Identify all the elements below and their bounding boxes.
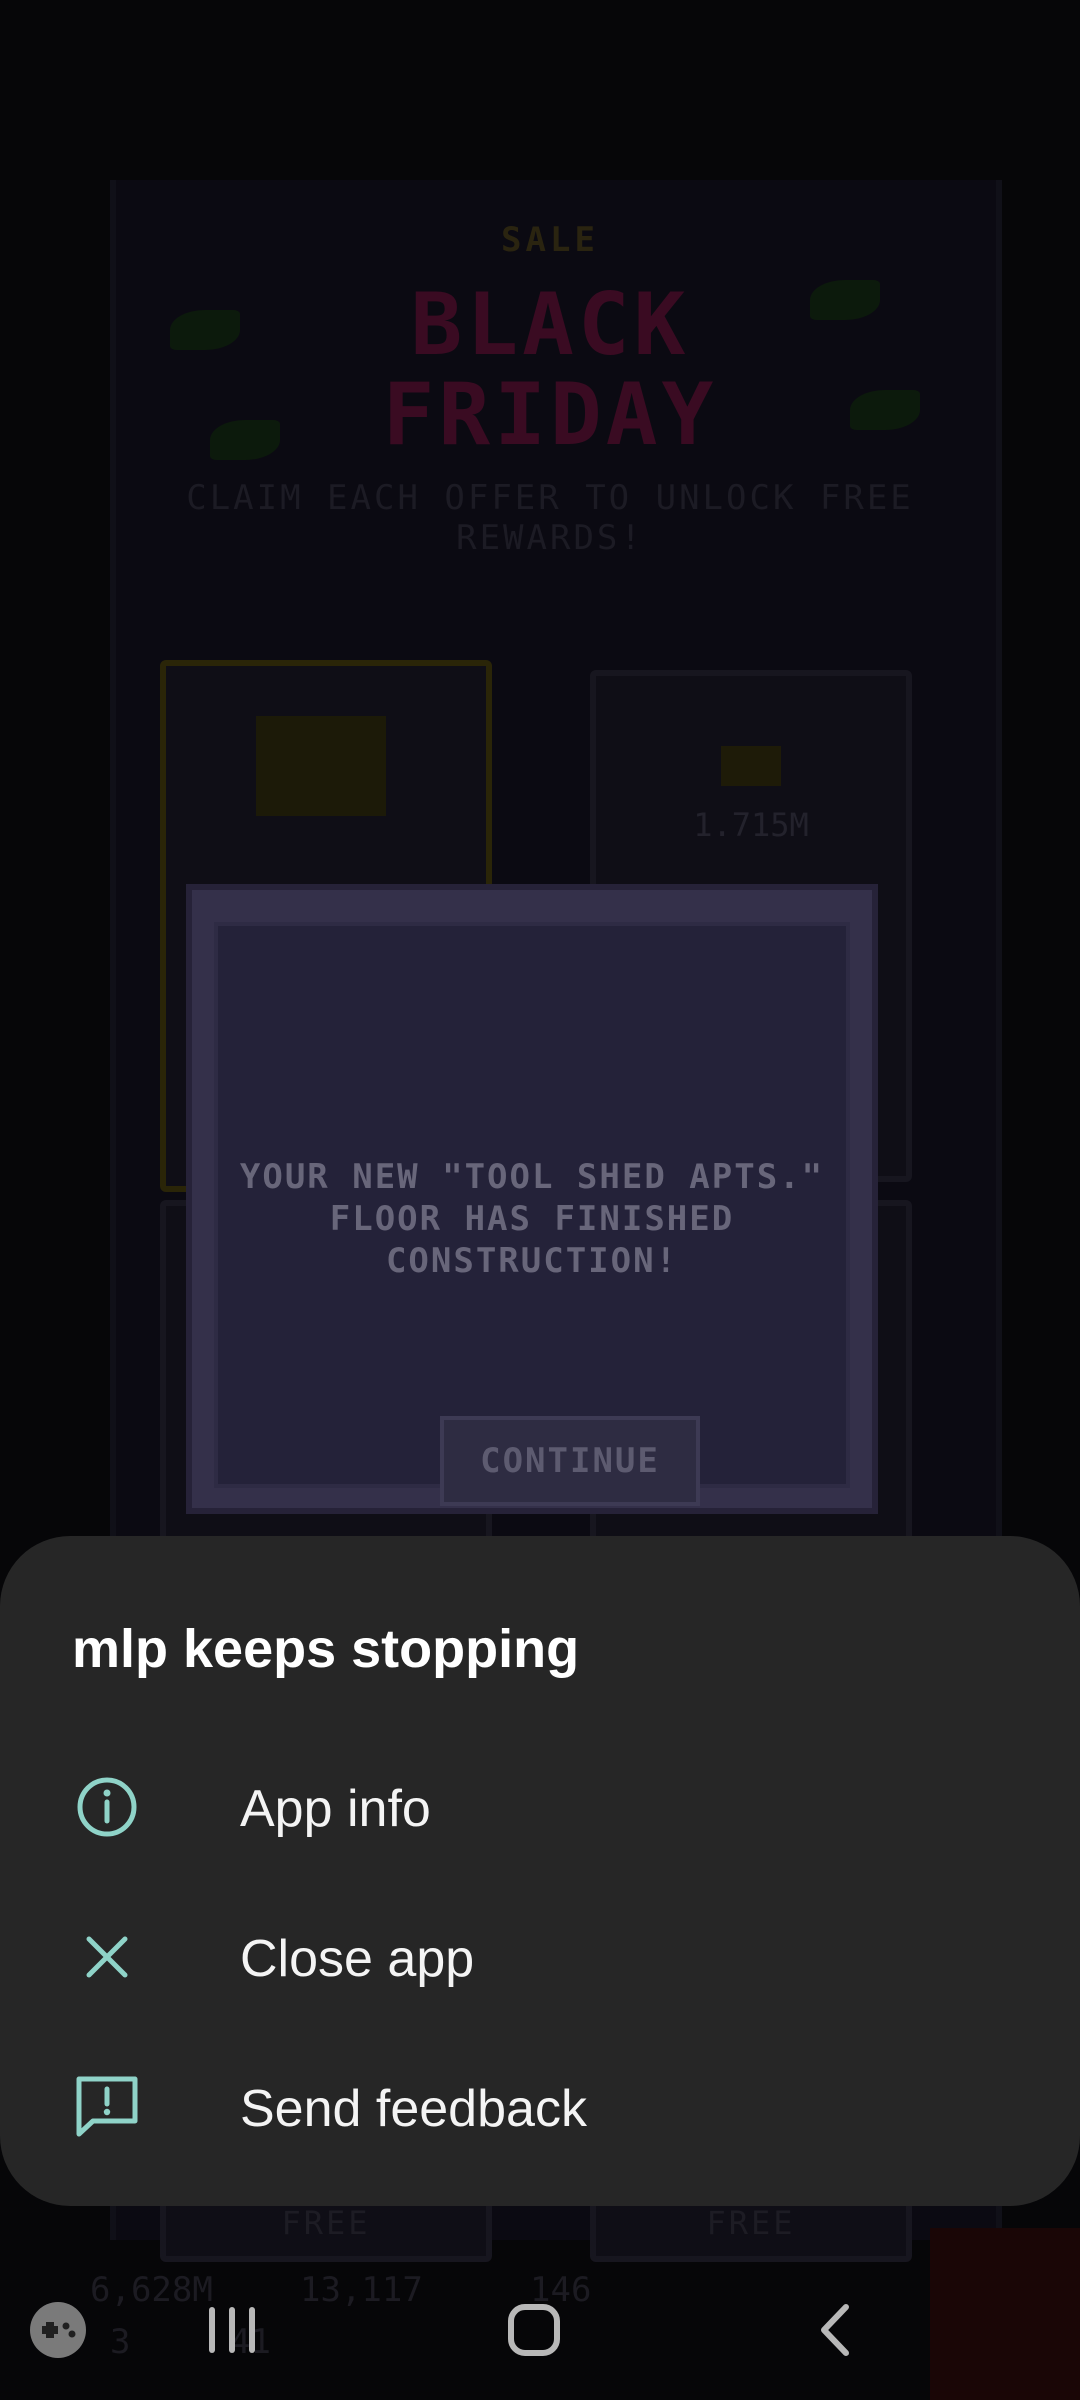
modal-panel: YOUR NEW "TOOL SHED APTS." FLOOR HAS FIN… xyxy=(214,922,850,1506)
modal-message: YOUR NEW "TOOL SHED APTS." FLOOR HAS FIN… xyxy=(239,1157,825,1281)
offer-free-label: FREE xyxy=(706,2204,796,2242)
home-icon[interactable] xyxy=(484,2280,584,2380)
feedback-icon xyxy=(76,2076,138,2137)
recent-apps-icon[interactable] xyxy=(182,2280,282,2380)
banner-black-text: BLACK xyxy=(410,275,690,375)
navigation-bar xyxy=(0,2260,1080,2400)
screen: SALE BLACK FRIDAY CLAIM EACH OFFER TO UN… xyxy=(0,0,1080,2400)
banner-friday-text: FRIDAY xyxy=(382,365,718,465)
dialog-title: mlp keeps stopping xyxy=(72,1619,580,1679)
info-icon xyxy=(77,1777,137,1837)
back-icon[interactable] xyxy=(786,2280,886,2380)
send-feedback-label: Send feedback xyxy=(240,2080,587,2138)
close-app-label: Close app xyxy=(240,1930,475,1988)
game-tools-icon[interactable] xyxy=(8,2280,108,2380)
offer-card-value: 1.715M xyxy=(693,806,809,844)
app-crash-dialog: mlp keeps stopping App info Close app Se xyxy=(0,1536,1080,2206)
offer-card-image xyxy=(256,716,386,816)
close-icon xyxy=(86,1936,128,1978)
banner-top-text: SALE xyxy=(501,220,599,260)
app-info-option[interactable]: App info xyxy=(0,1732,1080,1882)
send-feedback-option[interactable]: Send feedback xyxy=(0,2032,1080,2182)
construction-complete-modal: YOUR NEW "TOOL SHED APTS." FLOOR HAS FIN… xyxy=(186,884,878,1514)
app-info-label: App info xyxy=(240,1780,431,1838)
black-friday-banner: SALE BLACK FRIDAY xyxy=(150,190,950,520)
continue-button[interactable]: CONTINUE xyxy=(440,1416,700,1506)
offer-free-label: FREE xyxy=(281,2204,371,2242)
bux-icon xyxy=(721,746,781,786)
close-app-option[interactable]: Close app xyxy=(0,1882,1080,2032)
claim-offer-text: CLAIM EACH OFFER TO UNLOCK FREE REWARDS! xyxy=(186,478,914,558)
